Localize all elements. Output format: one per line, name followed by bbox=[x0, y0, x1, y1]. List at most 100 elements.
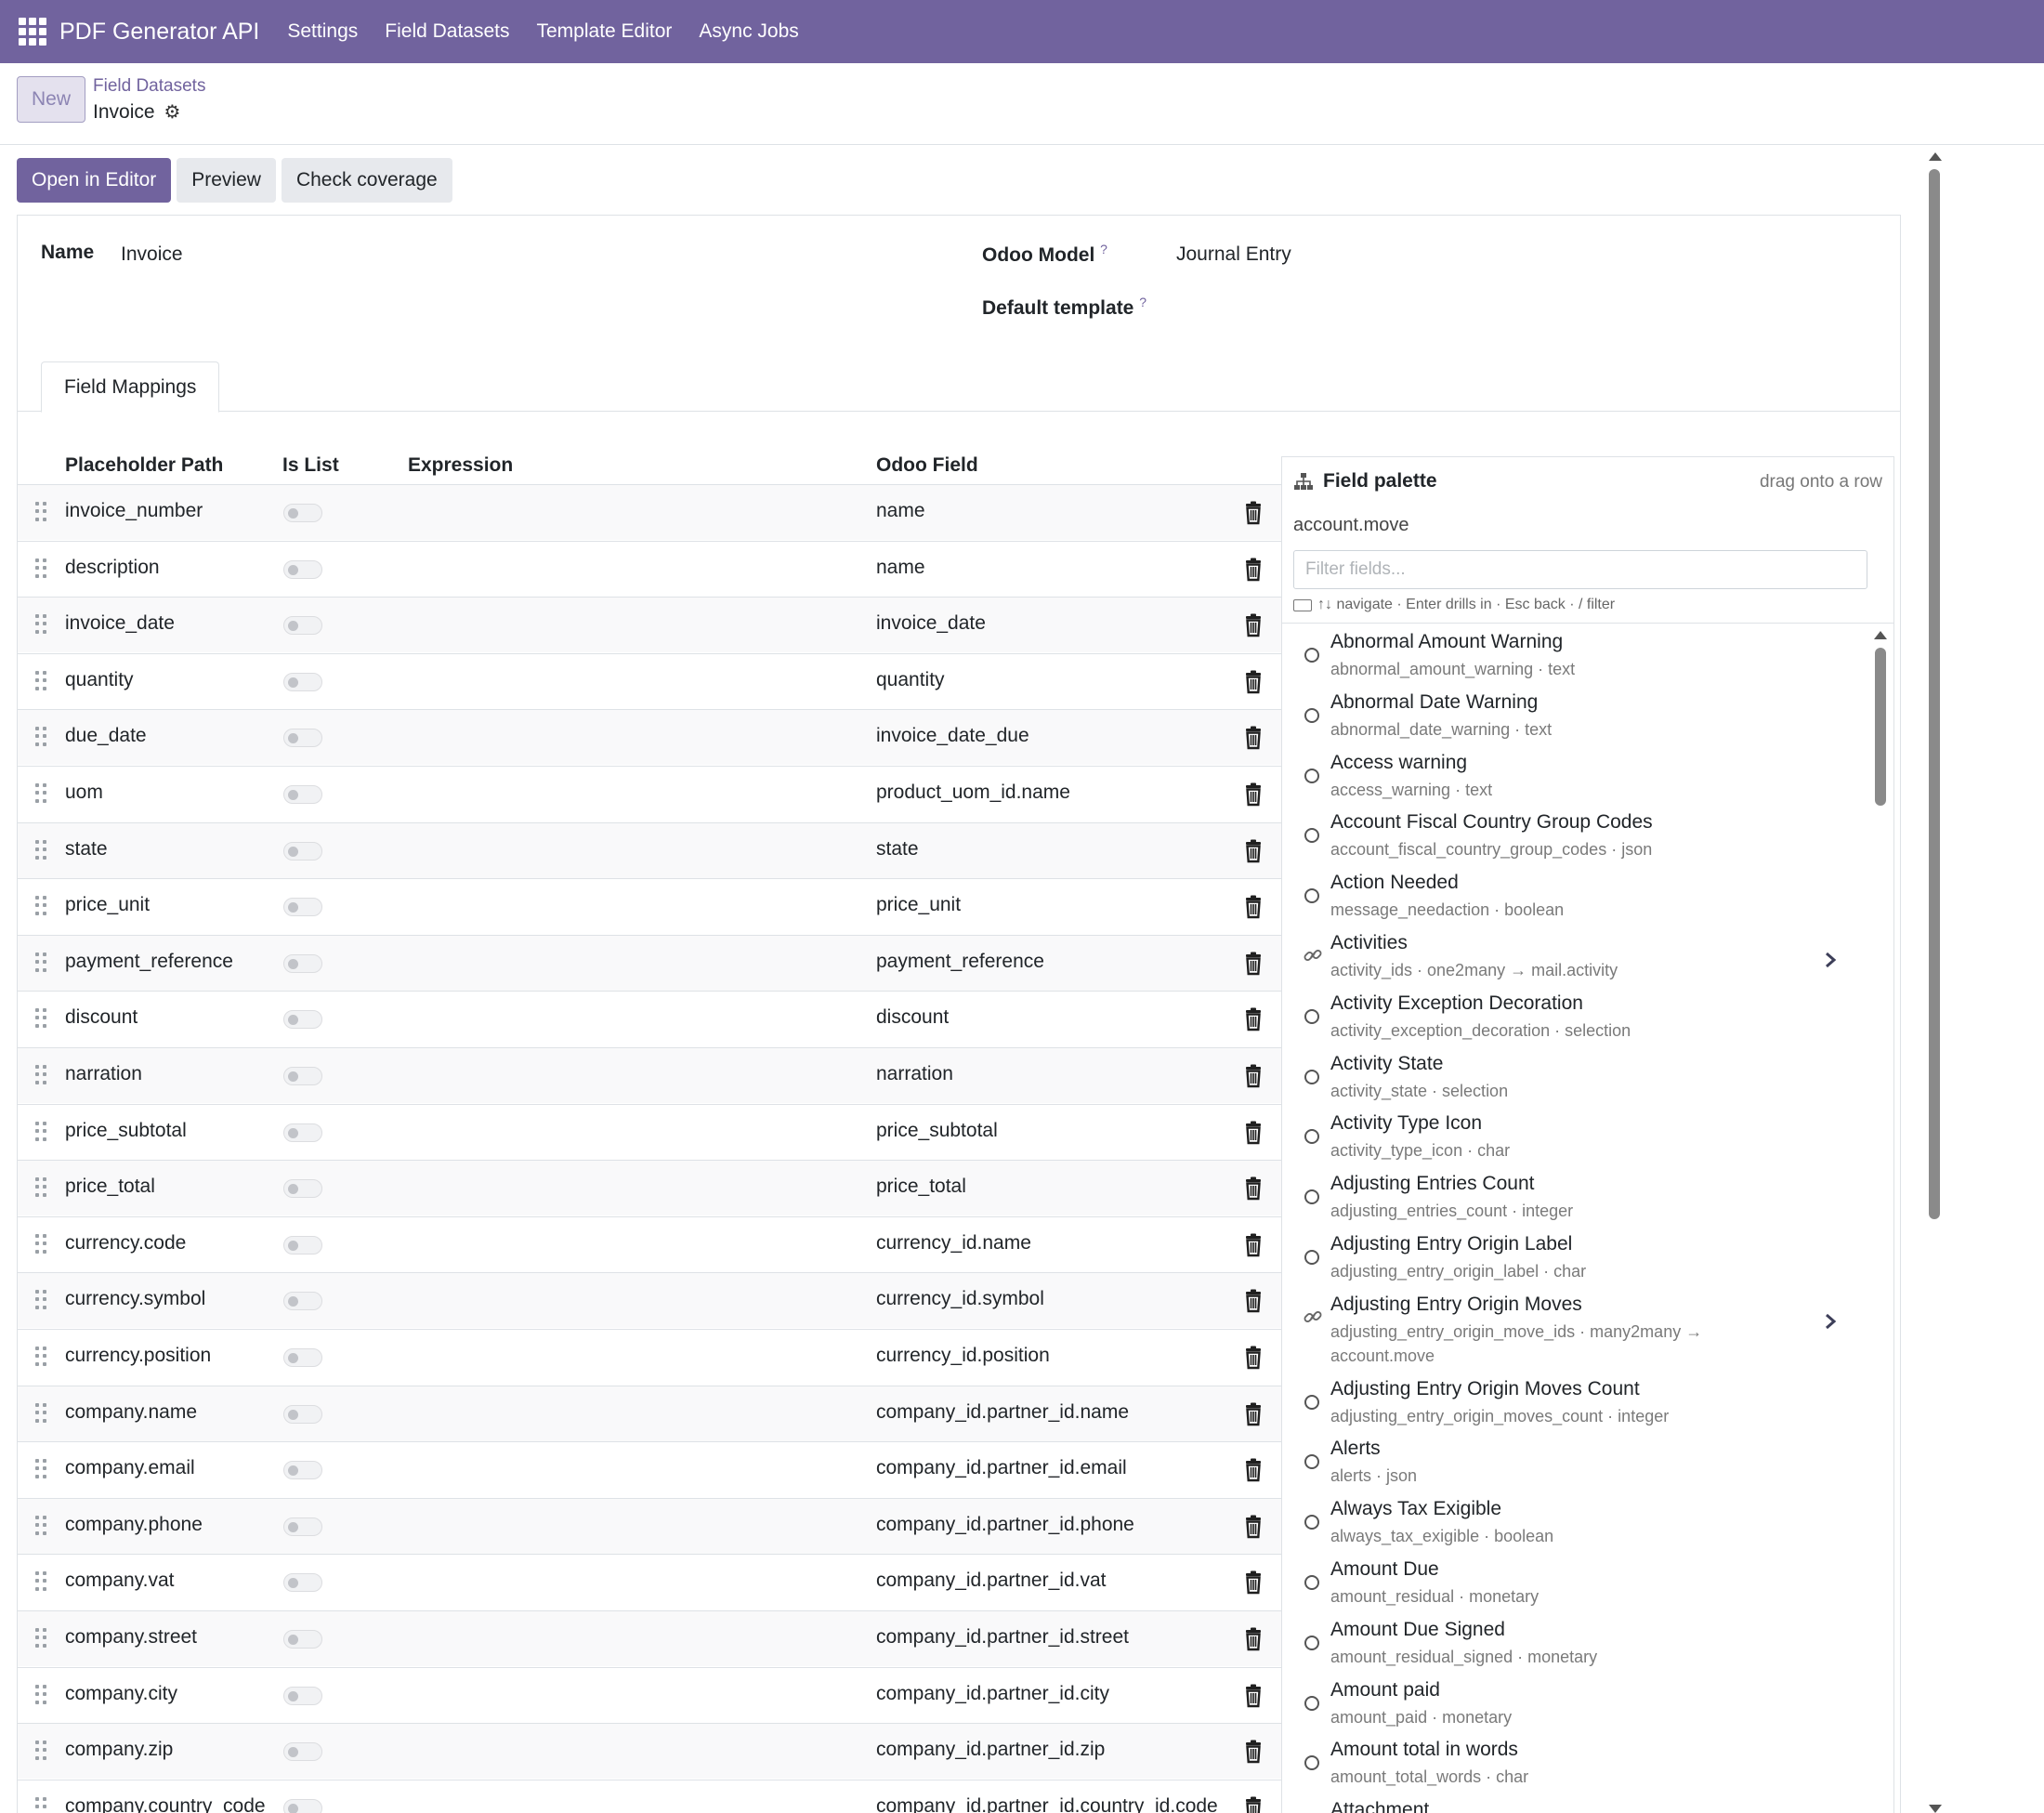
trash-icon[interactable] bbox=[1242, 1402, 1264, 1426]
table-row[interactable]: company.vat company_id.partner_id.vat bbox=[18, 1554, 1281, 1609]
column-header-odoo-field[interactable]: Odoo Field bbox=[876, 454, 978, 477]
trash-icon[interactable] bbox=[1242, 1346, 1264, 1370]
odoo-field-cell[interactable]: currency_id.symbol bbox=[876, 1288, 1044, 1310]
name-field[interactable]: Invoice bbox=[121, 243, 183, 266]
table-row[interactable]: state state bbox=[18, 822, 1281, 878]
palette-scroll-up-icon[interactable] bbox=[1874, 631, 1887, 639]
filter-fields-input[interactable] bbox=[1294, 551, 1867, 588]
placeholder-path-cell[interactable]: currency.code bbox=[65, 1232, 186, 1255]
table-row[interactable]: company.street company_id.partner_id.stre… bbox=[18, 1610, 1281, 1666]
palette-field-item[interactable]: Always Tax Exigible always_tax_exigible ·… bbox=[1282, 1491, 1858, 1552]
drag-handle-icon[interactable] bbox=[35, 1290, 48, 1310]
drag-handle-icon[interactable] bbox=[35, 1797, 48, 1813]
odoo-field-cell[interactable]: name bbox=[876, 500, 925, 522]
nav-template-editor[interactable]: Template Editor bbox=[537, 20, 673, 43]
odoo-field-cell[interactable]: discount bbox=[876, 1006, 949, 1029]
table-row[interactable]: invoice_date invoice_date bbox=[18, 597, 1281, 652]
nav-async-jobs[interactable]: Async Jobs bbox=[699, 20, 798, 43]
trash-icon[interactable] bbox=[1242, 501, 1264, 525]
drag-handle-icon[interactable] bbox=[35, 840, 48, 861]
scroll-up-arrow-icon[interactable] bbox=[1929, 152, 1942, 161]
placeholder-path-cell[interactable]: company.zip bbox=[65, 1739, 173, 1761]
table-row[interactable]: company.zip company_id.partner_id.zip bbox=[18, 1723, 1281, 1779]
placeholder-path-cell[interactable]: company.name bbox=[65, 1401, 197, 1424]
drag-handle-icon[interactable] bbox=[35, 1122, 48, 1142]
is-list-toggle[interactable] bbox=[283, 785, 322, 804]
drag-handle-icon[interactable] bbox=[35, 727, 48, 747]
odoo-field-cell[interactable]: currency_id.position bbox=[876, 1345, 1050, 1367]
palette-field-item[interactable]: Adjusting Entry Origin Label adjusting_en… bbox=[1282, 1226, 1858, 1287]
placeholder-path-cell[interactable]: price_unit bbox=[65, 894, 150, 916]
trash-icon[interactable] bbox=[1242, 1684, 1264, 1708]
odoo-field-cell[interactable]: price_subtotal bbox=[876, 1120, 998, 1142]
palette-field-item[interactable]: Access warning access_warning · text bbox=[1282, 744, 1858, 806]
palette-field-list[interactable]: Abnormal Amount Warning abnormal_amount_w… bbox=[1282, 623, 1893, 1813]
new-button[interactable]: New bbox=[17, 76, 85, 123]
drag-handle-icon[interactable] bbox=[35, 1741, 48, 1761]
placeholder-path-cell[interactable]: company.country_code bbox=[65, 1795, 266, 1813]
placeholder-path-cell[interactable]: discount bbox=[65, 1006, 138, 1029]
table-row[interactable]: discount discount bbox=[18, 991, 1281, 1046]
trash-icon[interactable] bbox=[1242, 839, 1264, 863]
palette-field-item[interactable]: Account Fiscal Country Group Codes accoun… bbox=[1282, 804, 1858, 865]
trash-icon[interactable] bbox=[1242, 1458, 1264, 1482]
palette-field-item[interactable]: Activity State activity_state · selection bbox=[1282, 1045, 1858, 1107]
table-row[interactable]: currency.symbol currency_id.symbol bbox=[18, 1272, 1281, 1328]
drag-handle-icon[interactable] bbox=[35, 952, 48, 973]
odoo-field-cell[interactable]: currency_id.name bbox=[876, 1232, 1031, 1255]
drag-handle-icon[interactable] bbox=[35, 896, 48, 916]
drag-handle-icon[interactable] bbox=[35, 1571, 48, 1592]
is-list-toggle[interactable] bbox=[283, 616, 322, 635]
palette-field-item[interactable]: Amount paid amount_paid · monetary bbox=[1282, 1672, 1858, 1733]
is-list-toggle[interactable] bbox=[283, 673, 322, 691]
palette-field-item[interactable]: Amount Due Signed amount_residual_signed … bbox=[1282, 1611, 1858, 1673]
odoo-field-cell[interactable]: state bbox=[876, 838, 919, 861]
table-row[interactable]: currency.position currency_id.position bbox=[18, 1329, 1281, 1385]
palette-field-item[interactable]: Amount Due amount_residual · monetary bbox=[1282, 1551, 1858, 1612]
help-mark[interactable]: ? bbox=[1100, 242, 1107, 256]
is-list-toggle[interactable] bbox=[283, 1687, 322, 1705]
palette-filter[interactable] bbox=[1293, 550, 1867, 589]
table-row[interactable]: price_subtotal price_subtotal bbox=[18, 1104, 1281, 1160]
placeholder-path-cell[interactable]: narration bbox=[65, 1063, 142, 1085]
palette-field-item[interactable]: Activities activity_ids · one2many → mail… bbox=[1282, 925, 1858, 986]
palette-field-item[interactable]: Adjusting Entries Count adjusting_entries… bbox=[1282, 1165, 1858, 1227]
drag-handle-icon[interactable] bbox=[35, 1516, 48, 1536]
odoo-field-cell[interactable]: invoice_date_due bbox=[876, 725, 1029, 747]
is-list-toggle[interactable] bbox=[283, 898, 322, 916]
drag-handle-icon[interactable] bbox=[35, 1459, 48, 1479]
palette-field-item[interactable]: Activity Exception Decoration activity_ex… bbox=[1282, 985, 1858, 1046]
palette-scrollbar[interactable] bbox=[1873, 624, 1888, 1813]
is-list-toggle[interactable] bbox=[283, 1405, 322, 1424]
trash-icon[interactable] bbox=[1242, 1570, 1264, 1595]
table-row[interactable]: price_unit price_unit bbox=[18, 878, 1281, 934]
trash-icon[interactable] bbox=[1242, 1515, 1264, 1539]
apps-menu-icon[interactable] bbox=[17, 16, 48, 47]
placeholder-path-cell[interactable]: company.street bbox=[65, 1626, 197, 1649]
drag-handle-icon[interactable] bbox=[35, 1347, 48, 1367]
trash-icon[interactable] bbox=[1242, 1627, 1264, 1651]
table-row[interactable]: quantity quantity bbox=[18, 653, 1281, 709]
column-header-is-list[interactable]: Is List bbox=[282, 454, 339, 477]
table-row[interactable]: company.email company_id.partner_id.email bbox=[18, 1441, 1281, 1497]
is-list-toggle[interactable] bbox=[283, 842, 322, 861]
app-brand[interactable]: PDF Generator API bbox=[59, 19, 259, 46]
nav-settings[interactable]: Settings bbox=[287, 20, 358, 43]
chevron-right-icon[interactable] bbox=[1824, 951, 1837, 969]
drag-handle-icon[interactable] bbox=[35, 1685, 48, 1705]
placeholder-path-cell[interactable]: state bbox=[65, 838, 108, 861]
is-list-toggle[interactable] bbox=[283, 1630, 322, 1649]
scroll-thumb[interactable] bbox=[1929, 169, 1940, 1219]
nav-field-datasets[interactable]: Field Datasets bbox=[385, 20, 509, 43]
check-coverage-button[interactable]: Check coverage bbox=[281, 158, 452, 203]
open-in-editor-button[interactable]: Open in Editor bbox=[17, 158, 172, 203]
table-row[interactable]: uom product_uom_id.name bbox=[18, 766, 1281, 821]
palette-field-item[interactable]: Adjusting Entry Origin Moves adjusting_en… bbox=[1282, 1286, 1858, 1372]
table-row[interactable]: company.city company_id.partner_id.city bbox=[18, 1667, 1281, 1723]
table-row[interactable]: company.phone company_id.partner_id.phone bbox=[18, 1498, 1281, 1554]
placeholder-path-cell[interactable]: price_subtotal bbox=[65, 1120, 187, 1142]
is-list-toggle[interactable] bbox=[283, 729, 322, 747]
drag-handle-icon[interactable] bbox=[35, 671, 48, 691]
trash-icon[interactable] bbox=[1242, 1740, 1264, 1764]
column-header-expression[interactable]: Expression bbox=[408, 454, 513, 477]
